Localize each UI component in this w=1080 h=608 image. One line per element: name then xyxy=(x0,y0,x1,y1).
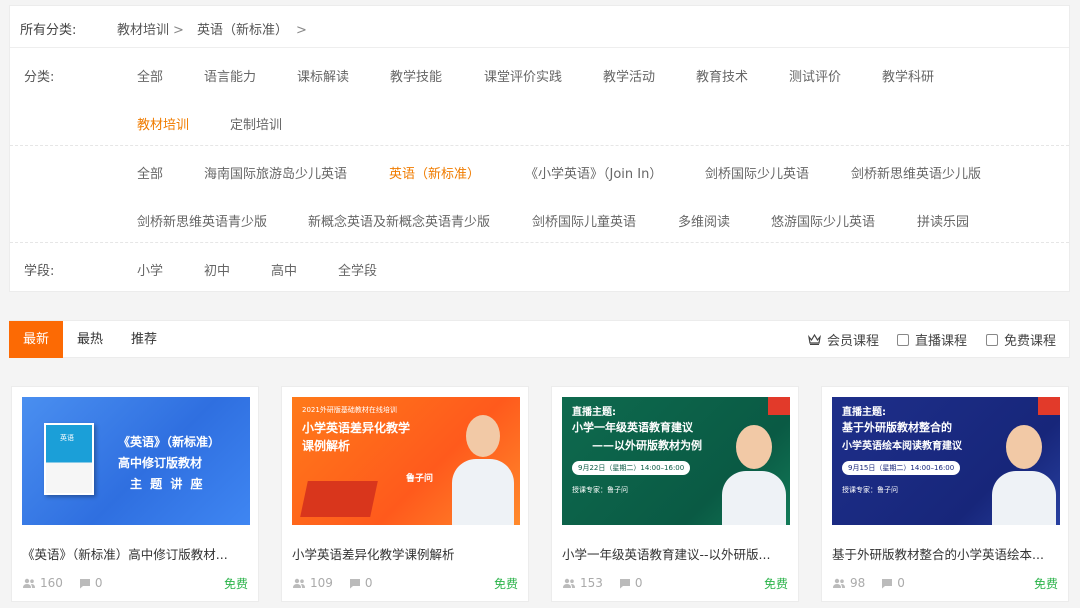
subcategory-all[interactable]: 全部 xyxy=(137,163,163,182)
live-tag: 直播主题: xyxy=(572,407,616,418)
view-count: 109 xyxy=(310,576,333,590)
category-curriculum[interactable]: 课标解读 xyxy=(297,66,349,85)
subcategory-cambridge-kids[interactable]: 剑桥国际少儿英语 xyxy=(705,163,809,182)
course-stats: 160 0 xyxy=(22,576,103,590)
users-icon xyxy=(23,578,35,588)
breadcrumb-item-textbook[interactable]: 教材培训 > xyxy=(117,19,184,38)
course-card[interactable]: 直播主题: 基于外研版教材整合的 小学英语绘本阅读教育建议 9月15日（星期二）… xyxy=(821,386,1069,602)
view-count: 160 xyxy=(40,576,63,590)
subcategory-youyou[interactable]: 悠游国际少儿英语 xyxy=(771,211,875,230)
book-cover-image: 英语 xyxy=(44,423,94,495)
course-card[interactable]: 2021外研版基础教材在线培训 小学英语差异化教学 课例解析 鲁子问 小学英语差… xyxy=(281,386,529,602)
speaker-photo xyxy=(992,421,1056,525)
category-textbook-training[interactable]: 教材培训 xyxy=(137,114,189,133)
subcategory-multi-reading[interactable]: 多维阅读 xyxy=(678,211,730,230)
free-checkbox[interactable] xyxy=(986,333,998,346)
breadcrumb-item-english[interactable]: 英语（新标准） > xyxy=(197,19,307,38)
subcategory-new-concept[interactable]: 新概念英语及新概念英语青少版 xyxy=(308,211,490,230)
category-testing[interactable]: 测试评价 xyxy=(789,66,841,85)
stage-all[interactable]: 全学段 xyxy=(338,260,377,279)
course-thumbnail[interactable]: 直播主题: 小学一年级英语教育建议 ——以外研版教材为例 9月22日（星期二）1… xyxy=(562,397,790,525)
stage-senior[interactable]: 高中 xyxy=(271,260,297,279)
subcategory-cambridge-think-teens[interactable]: 剑桥新思维英语青少版 xyxy=(137,211,267,230)
comment-count: 0 xyxy=(94,576,103,590)
price-badge: 免费 xyxy=(1033,577,1058,591)
course-title[interactable]: 《英语》（新标准）高中修订版教材... xyxy=(22,544,250,563)
users-icon xyxy=(563,578,575,588)
course-stats: 153 0 xyxy=(562,576,643,590)
subcategory-hainan[interactable]: 海南国际旅游岛少儿英语 xyxy=(204,163,347,182)
subcategory-phonics[interactable]: 拼读乐园 xyxy=(917,211,969,230)
subcategory-cambridge-children[interactable]: 剑桥国际儿童英语 xyxy=(532,211,636,230)
category-research[interactable]: 教学科研 xyxy=(882,66,934,85)
course-title[interactable]: 小学英语差异化教学课例解析 xyxy=(292,544,520,563)
corner-ribbon xyxy=(1038,397,1060,415)
chevron-right-icon: > xyxy=(296,23,307,38)
price-badge: 免费 xyxy=(493,577,518,591)
filter-member-courses[interactable]: 会员课程 xyxy=(808,321,879,358)
course-stats: 109 0 xyxy=(292,576,373,590)
comment-count: 0 xyxy=(897,576,905,590)
course-thumbnail[interactable]: 英语 《英语》（新标准） 高中修订版教材 主 题 讲 座 xyxy=(22,397,250,525)
subcategory-join-in[interactable]: 《小学英语》（Join In） xyxy=(525,163,662,182)
course-title[interactable]: 小学一年级英语教育建议--以外研版... xyxy=(562,544,790,563)
comment-count: 0 xyxy=(634,576,643,590)
subcategory-row: 全部 海南国际旅游岛少儿英语 英语（新标准） 《小学英语》（Join In） 剑… xyxy=(10,145,1069,242)
tab-recommended[interactable]: 推荐 xyxy=(122,321,166,358)
comment-icon xyxy=(882,578,893,588)
filter-free-courses[interactable]: 免费课程 xyxy=(986,321,1056,358)
category-activities[interactable]: 教学活动 xyxy=(603,66,655,85)
view-count: 98 xyxy=(850,576,866,590)
speaker-photo xyxy=(722,421,786,525)
tab-hottest[interactable]: 最热 xyxy=(68,321,112,358)
category-row: 分类: 全部 语言能力 课标解读 教学技能 课堂评价实践 教学活动 教育技术 测… xyxy=(10,47,1069,145)
live-checkbox[interactable] xyxy=(897,333,909,346)
sort-tab-bar: 最新 最热 推荐 会员课程 直播课程 免费课程 xyxy=(9,320,1070,358)
category-edtech[interactable]: 教育技术 xyxy=(696,66,748,85)
breadcrumb-label: 所有分类: xyxy=(20,23,77,38)
comment-icon xyxy=(619,578,630,588)
speaker-photo xyxy=(452,411,514,525)
course-card[interactable]: 直播主题: 小学一年级英语教育建议 ——以外研版教材为例 9月22日（星期二）1… xyxy=(551,386,799,602)
red-book-image xyxy=(300,481,378,517)
stage-row: 学段: 小学 初中 高中 全学段 xyxy=(10,242,1069,292)
course-title[interactable]: 基于外研版教材整合的小学英语绘本... xyxy=(832,544,1060,563)
breadcrumb: 所有分类: 教材培训 > 英语（新标准） > xyxy=(10,6,1069,46)
price-badge: 免费 xyxy=(223,577,248,591)
course-thumbnail[interactable]: 2021外研版基础教材在线培训 小学英语差异化教学 课例解析 鲁子问 xyxy=(292,397,520,525)
course-card[interactable]: 英语 《英语》（新标准） 高中修订版教材 主 题 讲 座 《英语》（新标准）高中… xyxy=(11,386,259,602)
category-language[interactable]: 语言能力 xyxy=(204,66,256,85)
category-all[interactable]: 全部 xyxy=(137,66,163,85)
price-badge: 免费 xyxy=(763,577,788,591)
stage-primary[interactable]: 小学 xyxy=(137,260,163,279)
users-icon xyxy=(833,578,845,588)
category-skills[interactable]: 教学技能 xyxy=(390,66,442,85)
stage-label: 学段: xyxy=(24,264,55,279)
view-count: 153 xyxy=(580,576,603,590)
subcategory-cambridge-think-kids[interactable]: 剑桥新思维英语少儿版 xyxy=(851,163,981,182)
category-custom-training[interactable]: 定制培训 xyxy=(230,114,282,133)
comment-icon xyxy=(79,578,90,588)
category-label: 分类: xyxy=(24,70,55,85)
users-icon xyxy=(293,578,305,588)
corner-ribbon xyxy=(768,397,790,415)
filter-live-courses[interactable]: 直播课程 xyxy=(897,321,967,358)
comment-count: 0 xyxy=(364,576,373,590)
comment-icon xyxy=(349,578,360,588)
course-stats: 98 0 xyxy=(832,576,905,590)
tab-newest[interactable]: 最新 xyxy=(9,321,63,358)
filter-panel: 所有分类: 教材培训 > 英语（新标准） > 分类: 全部 语言能力 课标解读 教学… xyxy=(9,5,1070,292)
chevron-right-icon: > xyxy=(173,23,184,38)
category-evaluation-practice[interactable]: 课堂评价实践 xyxy=(484,66,562,85)
live-tag: 直播主题: xyxy=(842,407,886,418)
crown-icon xyxy=(808,334,821,345)
subcategory-english-new-standard[interactable]: 英语（新标准） xyxy=(389,163,480,182)
stage-junior[interactable]: 初中 xyxy=(204,260,230,279)
course-thumbnail[interactable]: 直播主题: 基于外研版教材整合的 小学英语绘本阅读教育建议 9月15日（星期二）… xyxy=(832,397,1060,525)
